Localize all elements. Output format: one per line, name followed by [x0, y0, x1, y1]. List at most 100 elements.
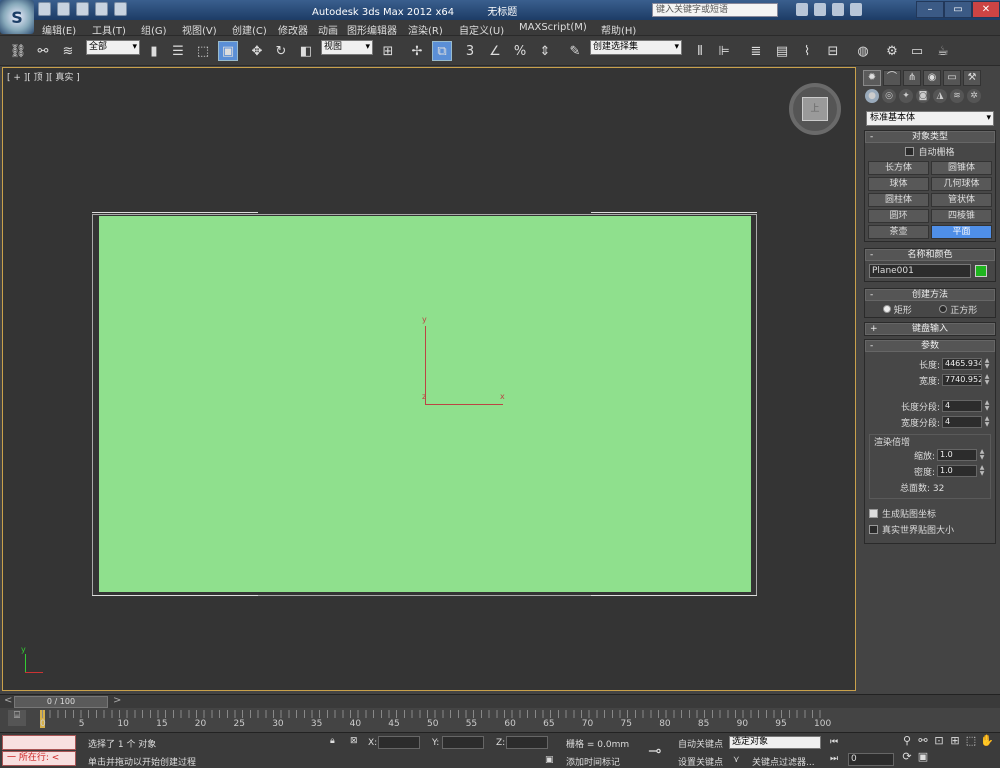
display-tab-icon[interactable]: ▭ [943, 70, 961, 86]
viewport-label[interactable]: [ + ][ 顶 ][ 真实 ] [7, 70, 80, 83]
menu-create[interactable]: 创建(C) [232, 22, 267, 37]
angle-snap-icon[interactable]: ∠ [485, 41, 505, 61]
select-manipulate-icon[interactable]: ✢ [407, 41, 427, 61]
square-radio[interactable] [939, 304, 948, 313]
create-tab-icon[interactable]: ✹ [863, 70, 881, 86]
trackbar[interactable]: ⌸ 0 5 10 15 20 25 30 35 40 45 50 55 60 65 70 75 80 85 90 95… [0, 708, 1000, 732]
reference-coord-select[interactable]: 视图 [321, 40, 373, 55]
menu-rendering[interactable]: 渲染(R) [408, 22, 443, 37]
absolute-mode-icon[interactable]: ⊠ [350, 736, 358, 746]
motion-tab-icon[interactable]: ◉ [923, 70, 941, 86]
key-mode-toggle-icon[interactable]: ⏭ [830, 754, 838, 764]
creation-method-rollout-header[interactable]: - 创建方法 [865, 289, 995, 301]
curve-editor-icon[interactable]: ⌇ [797, 41, 817, 61]
open-mini-curve-editor-icon[interactable]: ⌸ [8, 710, 26, 726]
next-frame-icon[interactable]: > [113, 695, 121, 706]
align-icon[interactable]: ⊫ [714, 41, 734, 61]
rendered-frame-icon[interactable]: ▭ [907, 41, 927, 61]
minimize-button[interactable]: – [916, 1, 944, 18]
spacewarps-icon[interactable]: ≋ [950, 89, 964, 103]
app-logo-button[interactable]: S [0, 0, 34, 34]
edit-named-selection-icon[interactable]: ✎ [565, 41, 585, 61]
maxscript-mini-line[interactable]: 一 所在行: < [2, 751, 76, 766]
scale-spinner[interactable]: ▲ ▼ [978, 449, 986, 461]
maximize-viewport-icon[interactable]: ▣ [916, 750, 930, 764]
render-production-icon[interactable]: ☕ [933, 41, 953, 61]
y-coord-field[interactable] [442, 736, 484, 749]
menu-edit[interactable]: 编辑(E) [42, 22, 76, 37]
autogrid-row[interactable]: 自动栅格 [865, 143, 995, 159]
cameras-icon[interactable]: ◙ [916, 89, 930, 103]
scale-icon[interactable]: ◧ [296, 41, 316, 61]
tangent-icon[interactable]: ⋎ [733, 755, 740, 765]
named-selection-select[interactable]: 创建选择集 [590, 40, 682, 55]
render-setup-icon[interactable]: ⚙ [882, 41, 902, 61]
percent-snap-icon[interactable]: % [510, 41, 530, 61]
rotate-icon[interactable]: ↻ [271, 41, 291, 61]
snaps-toggle-icon[interactable]: 3 [460, 41, 480, 61]
unlink-icon[interactable]: ⚯ [33, 41, 53, 61]
menu-group[interactable]: 组(G) [141, 22, 167, 37]
geosphere-button[interactable]: 几何球体 [931, 177, 992, 191]
gen-mapping-checkbox[interactable] [869, 508, 878, 518]
menu-customize[interactable]: 自定义(U) [459, 22, 504, 37]
systems-icon[interactable]: ✲ [967, 89, 981, 103]
menu-maxscript[interactable]: MAXScript(M) [519, 22, 587, 33]
pyramid-button[interactable]: 四棱锥 [931, 209, 992, 223]
modify-tab-icon[interactable]: ⌒ [883, 70, 901, 86]
time-slider[interactable]: 0 / 100 [14, 696, 108, 708]
orbit-icon[interactable]: ⟳ [900, 750, 914, 764]
object-color-swatch[interactable] [975, 265, 987, 277]
zoom-region-icon[interactable]: ⬚ [964, 734, 978, 748]
width-segs-spinner[interactable]: ▲ ▼ [983, 416, 991, 428]
auto-key-button[interactable]: 自动关键点 [678, 737, 723, 750]
geometry-icon[interactable]: ● [865, 89, 879, 103]
pivot-center-icon[interactable]: ⊞ [378, 41, 398, 61]
window-crossing-icon[interactable]: ▣ [218, 41, 238, 61]
pan-icon[interactable]: ✋ [980, 734, 994, 748]
redo-icon[interactable] [114, 2, 127, 16]
zoom-all-icon[interactable]: ⚯ [916, 734, 930, 748]
close-button[interactable]: ✕ [972, 1, 1000, 18]
schematic-view-icon[interactable]: ⊟ [823, 41, 843, 61]
length-segs-spinner[interactable]: ▲ ▼ [983, 400, 991, 412]
shapes-icon[interactable]: ◎ [882, 89, 896, 103]
menu-views[interactable]: 视图(V) [182, 22, 217, 37]
viewcube[interactable]: 上 [789, 83, 841, 135]
help-icon[interactable] [850, 3, 862, 16]
lights-icon[interactable]: ✦ [899, 89, 913, 103]
top-viewport[interactable]: [ + ][ 顶 ][ 真实 ] 上 y x z y [2, 67, 856, 691]
maximize-button[interactable]: ▭ [944, 1, 972, 18]
save-file-icon[interactable] [76, 2, 89, 16]
zoom-extents-all-icon[interactable]: ⊞ [948, 734, 962, 748]
name-color-rollout-header[interactable]: - 名称和颜色 [865, 249, 995, 261]
teapot-button[interactable]: 茶壶 [868, 225, 929, 239]
key-filters-button[interactable]: 关键点过滤器... [752, 755, 815, 768]
rectangle-radio[interactable] [882, 304, 891, 313]
move-icon[interactable]: ✥ [247, 41, 267, 61]
menu-help[interactable]: 帮助(H) [601, 22, 636, 37]
lock-selection-icon[interactable]: 🔒︎ [330, 736, 335, 746]
undo-icon[interactable] [95, 2, 108, 16]
select-by-name-icon[interactable]: ☰ [168, 41, 188, 61]
tube-button[interactable]: 管状体 [931, 193, 992, 207]
cone-button[interactable]: 圆锥体 [931, 161, 992, 175]
length-segs-field[interactable]: 4 [942, 400, 982, 412]
wrench-icon[interactable] [814, 3, 826, 16]
material-editor-icon[interactable]: ◍ [853, 41, 873, 61]
real-world-row[interactable]: 真实世界贴图大小 [865, 521, 995, 537]
x-coord-field[interactable] [378, 736, 420, 749]
autogrid-checkbox[interactable] [905, 146, 915, 156]
keyboard-shortcut-override-icon[interactable]: ⧉ [432, 41, 452, 61]
select-object-icon[interactable]: ▮ [144, 41, 164, 61]
gen-mapping-row[interactable]: 生成贴图坐标 [865, 505, 995, 521]
sphere-button[interactable]: 球体 [868, 177, 929, 191]
key-mode-select[interactable]: 选定对象 [729, 736, 821, 749]
z-coord-field[interactable] [506, 736, 548, 749]
parameters-rollout-header[interactable]: - 参数 [865, 340, 995, 352]
bind-spacewarp-icon[interactable]: ≋ [58, 41, 78, 61]
helpers-icon[interactable]: ◮ [933, 89, 947, 103]
hierarchy-tab-icon[interactable]: ⋔ [903, 70, 921, 86]
viewcube-face[interactable]: 上 [802, 97, 828, 121]
link-icon[interactable]: ⛓ [8, 41, 28, 61]
